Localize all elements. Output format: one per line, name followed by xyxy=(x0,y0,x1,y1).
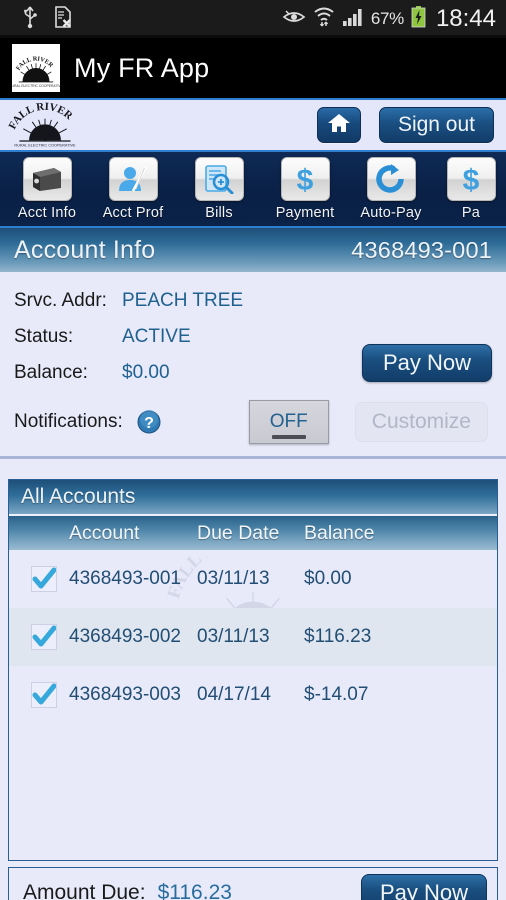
column-header-balance: Balance xyxy=(304,521,375,544)
toolbar-item-acct-prof[interactable]: Acct Prof xyxy=(100,157,166,221)
toolbar-item-pay-partial[interactable]: $ Pa xyxy=(438,157,504,221)
account-info-panel: Srvc. Addr: PEACH TREE Status: ACTIVE Ba… xyxy=(0,272,506,469)
usb-icon xyxy=(22,5,38,34)
pay-now-button-top[interactable]: Pay Now xyxy=(361,344,492,382)
customize-button: Customize xyxy=(354,402,488,442)
balance-row: Balance: $0.00 Pay Now xyxy=(0,344,506,388)
notifications-row: Notifications: ? OFF Customize xyxy=(0,396,506,448)
notifications-toggle-spinner[interactable]: OFF xyxy=(248,400,329,444)
column-header-account: Account xyxy=(69,521,140,544)
row-checkbox[interactable] xyxy=(31,681,57,708)
column-header-due-date: Due Date xyxy=(197,521,280,544)
service-address-label: Srvc. Addr: xyxy=(14,290,107,311)
status-label: Status: xyxy=(14,326,74,347)
toolbar-item-acct-info[interactable]: Acct Info xyxy=(14,157,80,221)
toolbar-item-payment[interactable]: $ Payment xyxy=(272,157,338,221)
service-address-row: Srvc. Addr: PEACH TREE xyxy=(0,286,506,316)
row-due-date: 04/17/14 xyxy=(197,683,271,705)
document-search-icon xyxy=(194,157,244,201)
nav-toolbar: Acct Info Acct Prof Bills $ Payment Auto… xyxy=(0,152,506,228)
row-checkbox[interactable] xyxy=(31,565,57,592)
app-screen: 67% 18:44 FALL RIVER RAL ELECTRIC COOPER… xyxy=(0,0,506,900)
app-logo: FALL RIVER RURAL ELECTRIC COOPERATIVE xyxy=(12,44,60,92)
balance-label: Balance: xyxy=(14,362,88,383)
status-bar-left-icons xyxy=(22,5,72,34)
toolbar-label: Payment xyxy=(275,205,335,221)
accounts-column-header: Account Due Date Balance xyxy=(9,516,497,550)
toolbar-label: Acct Info xyxy=(17,205,77,221)
wifi-icon xyxy=(313,7,335,32)
row-due-date: 03/11/13 xyxy=(197,625,270,647)
account-info-title: Account Info xyxy=(14,235,156,264)
amount-due-value: $116.23 xyxy=(157,881,232,900)
brand-header-band: FALL RIVER RURAL ELECTRIC COOPERATIVE Si… xyxy=(0,100,506,152)
android-status-bar: 67% 18:44 xyxy=(0,0,506,38)
help-question-icon[interactable]: ? xyxy=(137,410,161,434)
status-bar-right-icons: 67% 18:44 xyxy=(282,5,496,33)
user-profile-icon xyxy=(108,157,158,201)
table-row[interactable]: 4368493-002 03/11/13 $116.23 xyxy=(9,608,497,666)
page-title: My FR App xyxy=(74,52,210,83)
row-balance: $116.23 xyxy=(304,625,372,647)
eye-icon xyxy=(282,9,306,30)
refresh-circle-icon xyxy=(366,157,416,201)
row-checkbox[interactable] xyxy=(31,623,57,650)
row-account: 4368493-001 xyxy=(69,567,181,589)
row-balance: $-14.07 xyxy=(304,683,369,705)
status-value: ACTIVE xyxy=(122,326,191,347)
battery-percent-label: 67% xyxy=(370,9,404,28)
service-address-value: PEACH TREE xyxy=(122,290,244,311)
sim-card-error-icon xyxy=(54,5,72,33)
battery-charging-icon xyxy=(411,5,426,33)
svg-text:RURAL ELECTRIC COOPERATIVE: RURAL ELECTRIC COOPERATIVE xyxy=(12,84,60,88)
row-balance: $0.00 xyxy=(304,567,352,589)
signal-bars-icon xyxy=(342,8,364,31)
balance-value: $0.00 xyxy=(122,362,170,383)
app-title-bar: FALL RIVER RURAL ELECTRIC COOPERATIVE My… xyxy=(0,38,506,100)
dollar-sign-icon: $ xyxy=(280,157,330,201)
all-accounts-header: All Accounts xyxy=(9,480,497,516)
toolbar-label: Acct Prof xyxy=(102,205,164,221)
status-bar-clock: 18:44 xyxy=(435,5,496,32)
row-account: 4368493-002 xyxy=(69,625,181,647)
toolbar-label: Pa xyxy=(461,205,481,221)
cooperative-logo-subtext: RURAL ELECTRIC COOPERATIVE xyxy=(14,144,76,148)
account-number-label: 4368493-001 xyxy=(351,236,492,263)
all-accounts-card: All Accounts Account Due Date Balance FA… xyxy=(8,479,498,861)
wallet-icon xyxy=(22,157,72,201)
row-account: 4368493-003 xyxy=(69,683,181,705)
account-info-header: Account Info 4368493-001 xyxy=(0,228,506,272)
table-row[interactable]: 4368493-003 04/17/14 $-14.07 xyxy=(9,666,497,724)
panel-divider xyxy=(0,456,506,459)
amount-due-label: Amount Due: xyxy=(23,881,146,900)
table-row[interactable]: 4368493-001 03/11/13 $0.00 xyxy=(9,550,497,608)
home-icon xyxy=(327,112,351,139)
svg-text:?: ? xyxy=(144,415,154,432)
sign-out-button[interactable]: Sign out xyxy=(378,107,494,143)
toolbar-label: Bills xyxy=(205,205,233,221)
home-button[interactable] xyxy=(316,107,361,143)
accounts-rows-area: FALL RIVER RURAL ELECTRIC COOPERATIVE xyxy=(9,526,497,860)
pay-now-button-footer[interactable]: Pay Now xyxy=(360,874,487,900)
row-due-date: 03/11/13 xyxy=(197,567,270,589)
toolbar-item-auto-pay[interactable]: Auto-Pay xyxy=(358,157,424,221)
svg-text:$: $ xyxy=(463,164,480,195)
cooperative-logo: FALL RIVER RURAL ELECTRIC COOPERATIVE xyxy=(6,101,84,148)
toolbar-item-bills[interactable]: Bills xyxy=(186,157,252,221)
toolbar-label: Auto-Pay xyxy=(360,205,422,221)
amount-due-footer: Amount Due: $116.23 Pay Now xyxy=(8,867,498,900)
dollar-sign-icon: $ xyxy=(446,157,496,201)
notifications-label: Notifications: xyxy=(14,411,123,432)
svg-text:$: $ xyxy=(297,164,314,195)
